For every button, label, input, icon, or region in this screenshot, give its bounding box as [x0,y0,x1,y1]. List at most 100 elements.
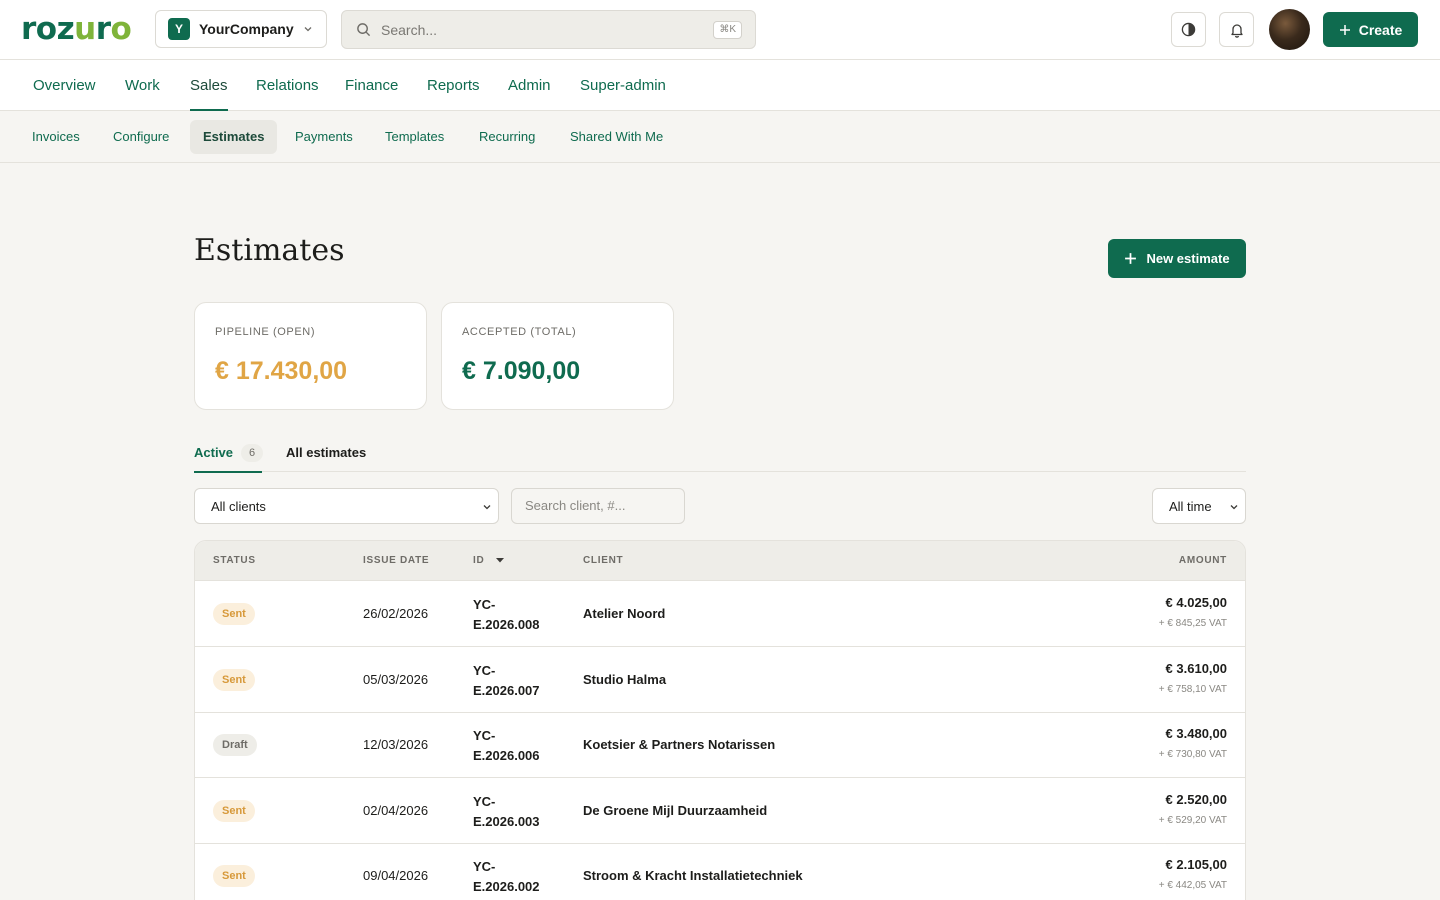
estimate-tabs: Active 6 All estimates [194,433,1246,473]
search-shortcut: ⌘K [713,21,742,39]
top-bar: rozuro Y YourCompany Search... ⌘K Create [0,0,1440,60]
estimate-id: YC- E.2026.003 [473,792,563,832]
status-badge: Draft [213,734,257,756]
subnav-configure[interactable]: Configure [100,120,182,154]
period-filter-value: All time [1169,498,1212,514]
column-issue-date[interactable]: ISSUE DATE [363,541,429,581]
amount: € 3.610,00 [1165,661,1227,676]
status-badge: Sent [213,865,255,887]
nav-finance[interactable]: Finance [345,60,398,111]
nav-reports[interactable]: Reports [427,60,480,111]
status-badge: Sent [213,603,255,625]
estimate-id-number: E.2026.002 [473,879,540,894]
table-row[interactable]: Sent 26/02/2026 YC- E.2026.008 Atelier No… [195,581,1245,647]
client-name: Studio Halma [583,672,667,687]
client-filter-value: All clients [211,498,266,514]
issue-date: 12/03/2026 [363,737,429,752]
create-button[interactable]: Create [1323,12,1418,47]
vat-amount: + € 529,20 VAT [1158,815,1227,826]
global-search[interactable]: Search... ⌘K [341,10,756,49]
client-name: Stroom & Kracht Installatietechniek [583,868,803,883]
client-name: Atelier Noord [583,606,666,621]
nav-admin[interactable]: Admin [508,60,551,111]
sort-down-icon [495,558,504,563]
user-avatar[interactable] [1269,9,1310,50]
plus-icon [1125,253,1137,264]
estimate-id-number: E.2026.007 [473,683,540,698]
amount: € 2.520,00 [1165,792,1227,807]
column-status[interactable]: STATUS [213,541,256,581]
theme-toggle-button[interactable] [1171,12,1206,47]
estimate-id-prefix: YC- [473,728,496,743]
stat-card-pipeline: PIPELINE (OPEN) € 17.430,00 [194,302,427,410]
table-row[interactable]: Draft 12/03/2026 YC- E.2026.006 Koetsier … [195,712,1245,778]
estimates-table: STATUS ISSUE DATE ID CLIENT AMOUNT Sent … [194,540,1246,900]
amount: € 4.025,00 [1165,595,1227,610]
subnav-templates[interactable]: Templates [372,120,457,154]
tab-all-estimates[interactable]: All estimates [286,433,366,472]
nav-overview[interactable]: Overview [33,60,96,111]
estimate-id-prefix: YC- [473,597,496,612]
chevron-down-icon [483,505,491,510]
nav-relations[interactable]: Relations [256,60,319,111]
column-id[interactable]: ID [473,541,504,581]
status-badge: Sent [213,669,255,691]
estimate-id-number: E.2026.003 [473,814,540,829]
table-row[interactable]: Sent 05/03/2026 YC- E.2026.007 Studio Hal… [195,647,1245,713]
company-switcher[interactable]: Y YourCompany [155,10,327,48]
estimate-id-number: E.2026.008 [473,617,540,632]
page-title: Estimates [194,233,345,268]
new-estimate-button[interactable]: New estimate [1108,239,1246,278]
issue-date: 09/04/2026 [363,868,429,883]
client-name: Koetsier & Partners Notarissen [583,737,776,752]
tab-label: Active [194,445,234,460]
subnav-shared-with-me[interactable]: Shared With Me [557,120,676,154]
nav-sales[interactable]: Sales [190,60,228,111]
stat-value: € 17.430,00 [215,357,348,385]
company-badge: Y [168,18,190,40]
column-client[interactable]: CLIENT [583,541,623,581]
search-placeholder: Search... [381,21,438,38]
estimate-id: YC- E.2026.008 [473,595,563,635]
app-logo[interactable]: rozuro [21,12,132,46]
client-name: De Groene Mijl Duurzaamheid [583,803,768,818]
status-badge: Sent [213,800,255,822]
notifications-button[interactable] [1219,12,1254,47]
issue-date: 26/02/2026 [363,606,429,621]
vat-amount: + € 442,05 VAT [1158,880,1227,891]
issue-date: 02/04/2026 [363,803,429,818]
stat-card-accepted: ACCEPTED (TOTAL) € 7.090,00 [441,302,674,410]
plus-icon [1339,24,1350,35]
vat-amount: + € 758,10 VAT [1158,684,1227,695]
nav-work[interactable]: Work [125,60,160,111]
subnav-recurring[interactable]: Recurring [466,120,548,154]
contrast-icon [1181,22,1196,37]
column-id-label: ID [473,555,485,566]
stat-value: € 7.090,00 [462,357,581,385]
main-nav: Overview Work Sales Relations Finance Re… [0,60,1440,111]
estimate-id: YC- E.2026.006 [473,726,563,766]
sub-nav: Invoices Configure Estimates Payments Te… [0,111,1440,163]
table-row[interactable]: Sent 02/04/2026 YC- E.2026.003 De Groene … [195,778,1245,844]
table-row[interactable]: Sent 09/04/2026 YC- E.2026.002 Stroom & K… [195,843,1245,900]
subnav-estimates[interactable]: Estimates [190,120,278,154]
period-filter-select[interactable]: All time [1152,488,1246,524]
bell-icon [1230,23,1243,38]
tab-active[interactable]: Active 6 [194,433,264,473]
new-estimate-label: New estimate [1146,251,1230,266]
estimate-id-prefix: YC- [473,794,496,809]
amount: € 3.480,00 [1165,726,1227,741]
client-filter-select[interactable]: All clients [194,488,499,524]
subnav-payments[interactable]: Payments [282,120,366,154]
amount: € 2.105,00 [1165,857,1227,872]
nav-super-admin[interactable]: Super-admin [580,60,666,111]
company-name: YourCompany [199,21,294,37]
column-amount[interactable]: AMOUNT [1179,541,1227,581]
chevron-down-icon [1230,505,1238,510]
vat-amount: + € 730,80 VAT [1158,749,1227,760]
client-search-input[interactable]: Search client, #... [511,488,685,524]
estimate-id-prefix: YC- [473,859,496,874]
subnav-invoices[interactable]: Invoices [19,120,93,154]
table-header: STATUS ISSUE DATE ID CLIENT AMOUNT [195,541,1245,581]
search-icon [357,23,371,37]
